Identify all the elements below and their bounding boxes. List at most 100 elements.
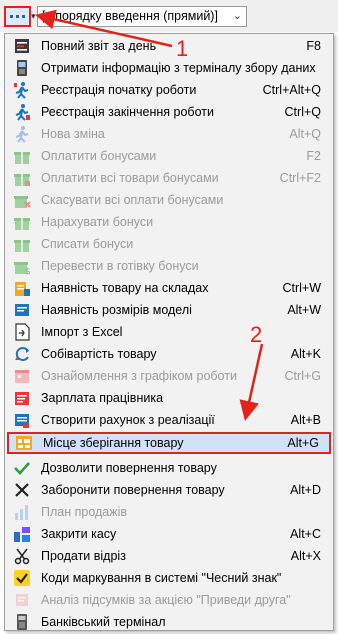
menu-item-label: Скасувати всі оплати бонусами: [41, 193, 224, 207]
storage-place-icon: [15, 434, 33, 452]
menu-item-cost[interactable]: Собівартість товару Alt+K: [7, 343, 331, 365]
menu-item-label: Імпорт з Excel: [41, 325, 123, 339]
gift-cancel-icon: [13, 191, 31, 209]
menu-item-label: Оплатити бонусами: [41, 149, 157, 163]
menu-item-label: Собівартість товару: [41, 347, 157, 361]
salary-icon: [13, 389, 31, 407]
gift-cash-icon: $: [13, 257, 31, 275]
menu-item-marking-codes[interactable]: Коди маркування в системі "Чесний знак": [7, 567, 331, 589]
menu-item-shortcut: Alt+G: [287, 436, 319, 450]
menu-item-label: План продажів: [41, 505, 128, 519]
menu-item-shortcut: Alt+Q: [289, 127, 321, 141]
menu-item-scissors[interactable]: Продати відріз Alt+X: [7, 545, 331, 567]
menu-item-friend-promo[interactable]: Аналіз підсумків за акцією "Приведи друг…: [7, 589, 331, 611]
menu-item-shortcut: Ctrl+Alt+Q: [262, 83, 321, 97]
menu-item-excel-import[interactable]: Імпорт з Excel: [7, 321, 331, 343]
menu-item-label: Реєстрація початку роботи: [41, 83, 197, 97]
work-end-icon: [13, 103, 31, 121]
menu-item-shortcut: Alt+C: [290, 527, 321, 541]
cost-icon: [13, 345, 31, 363]
gift-all-icon: [13, 169, 31, 187]
new-shift-icon: [13, 125, 31, 143]
bank-terminal-icon: [13, 613, 31, 631]
menu-item-label: Аналіз підсумків за акцією "Приведи друг…: [41, 593, 291, 607]
menu-item-shortcut: Ctrl+G: [284, 369, 321, 383]
close-register-icon: [13, 525, 31, 543]
friend-promo-icon: [13, 591, 31, 609]
menu-item-gift[interactable]: Оплатити бонусами F2: [7, 145, 331, 167]
menu-item-storage-place[interactable]: Місце зберігання товару Alt+G: [7, 432, 331, 454]
menu-item-label: Створити рахунок з реалізації: [41, 413, 215, 427]
dropdown-arrow-icon[interactable]: ▾: [31, 11, 36, 22]
invoice-icon: [13, 411, 31, 429]
gift-writeoff-icon: [13, 235, 31, 253]
more-dots-icon: [10, 15, 25, 18]
menu-item-shortcut: Alt+K: [290, 347, 321, 361]
checkmark-icon: [13, 459, 31, 477]
menu-item-label: Закрити касу: [41, 527, 117, 541]
menu-item-cross[interactable]: Заборонити повернення товару Alt+D: [7, 479, 331, 501]
toolbar: ▾ [у порядку введення (прямий)] ⌄: [0, 0, 338, 32]
menu-item-shortcut: Alt+W: [287, 303, 321, 317]
menu-item-sizes[interactable]: Наявність розмірів моделі Alt+W: [7, 299, 331, 321]
terminal-icon: [13, 59, 31, 77]
sizes-icon: [13, 301, 31, 319]
menu-item-sales-plan[interactable]: План продажів: [7, 501, 331, 523]
cross-icon: [13, 481, 31, 499]
menu-item-label: Продати відріз: [41, 549, 126, 563]
scissors-icon: [13, 547, 31, 565]
excel-import-icon: [13, 323, 31, 341]
actions-menu: Повний звіт за день F8 Отримати інформацію…: [4, 33, 334, 631]
chevron-down-icon[interactable]: ⌄: [233, 7, 242, 26]
menu-item-gift-cash[interactable]: $ Перевести в готівку бонуси: [7, 255, 331, 277]
menu-item-work-end[interactable]: Реєстрація закінчення роботи Ctrl+Q: [7, 101, 331, 123]
sort-order-select[interactable]: [у порядку введення (прямий)] ⌄: [37, 6, 247, 27]
annotation-number-1: 1: [176, 36, 189, 61]
menu-item-label: Реєстрація закінчення роботи: [41, 105, 214, 119]
menu-item-shortcut: Ctrl+Q: [284, 105, 321, 119]
menu-item-label: Оплатити всі товари бонусами: [41, 171, 219, 185]
menu-item-gift-accrue[interactable]: Нарахувати бонуси: [7, 211, 331, 233]
menu-item-label: Коди маркування в системі "Чесний знак": [41, 571, 282, 585]
menu-item-shortcut: F8: [306, 39, 321, 53]
menu-item-terminal[interactable]: Отримати інформацію з терміналу збору да…: [7, 57, 331, 79]
menu-item-label: Перевести в готівку бонуси: [41, 259, 199, 273]
svg-text:$: $: [25, 267, 31, 275]
menu-item-label: Наявність товару на складах: [41, 281, 209, 295]
menu-item-shortcut: Alt+X: [290, 549, 321, 563]
menu-item-gift-all[interactable]: Оплатити всі товари бонусами Ctrl+F2: [7, 167, 331, 189]
menu-item-bank-terminal[interactable]: Банківський термінал: [7, 611, 331, 633]
gift-accrue-icon: [13, 213, 31, 231]
sort-order-value: [у порядку введення (прямий)]: [42, 9, 218, 23]
menu-item-report[interactable]: Повний звіт за день F8: [7, 35, 331, 57]
menu-item-salary[interactable]: Зарплата працівника: [7, 387, 331, 409]
report-icon: [13, 37, 31, 55]
menu-item-gift-writeoff[interactable]: Списати бонуси: [7, 233, 331, 255]
menu-item-shortcut: F2: [306, 149, 321, 163]
menu-item-invoice[interactable]: Створити рахунок з реалізації Alt+B: [7, 409, 331, 431]
menu-item-shortcut: Alt+D: [290, 483, 321, 497]
more-actions-button[interactable]: [4, 6, 31, 27]
menu-item-label: Заборонити повернення товару: [41, 483, 225, 497]
menu-item-label: Нарахувати бонуси: [41, 215, 154, 229]
menu-item-checkmark[interactable]: Дозволити повернення товару: [7, 457, 331, 479]
schedule-icon: [13, 367, 31, 385]
menu-item-new-shift[interactable]: Нова зміна Alt+Q: [7, 123, 331, 145]
menu-item-label: Повний звіт за день: [41, 39, 157, 53]
menu-item-work-start[interactable]: Реєстрація початку роботи Ctrl+Alt+Q: [7, 79, 331, 101]
menu-item-label: Зарплата працівника: [41, 391, 164, 405]
work-start-icon: [13, 81, 31, 99]
gift-icon: [13, 147, 31, 165]
menu-item-label: Банківський термінал: [41, 615, 166, 629]
menu-item-shortcut: Ctrl+W: [282, 281, 321, 295]
marking-codes-icon: [13, 569, 31, 587]
menu-item-gift-cancel[interactable]: Скасувати всі оплати бонусами: [7, 189, 331, 211]
menu-item-stock[interactable]: Наявність товару на складах Ctrl+W: [7, 277, 331, 299]
annotation-number-2: 2: [250, 322, 263, 347]
menu-item-label: Наявність розмірів моделі: [41, 303, 192, 317]
menu-item-schedule[interactable]: Ознайомлення з графіком роботи Ctrl+G: [7, 365, 331, 387]
menu-item-close-register[interactable]: Закрити касу Alt+C: [7, 523, 331, 545]
menu-item-shortcut: Ctrl+F2: [279, 171, 321, 185]
menu-item-label: Списати бонуси: [41, 237, 134, 251]
menu-item-label: Дозволити повернення товару: [41, 461, 217, 475]
